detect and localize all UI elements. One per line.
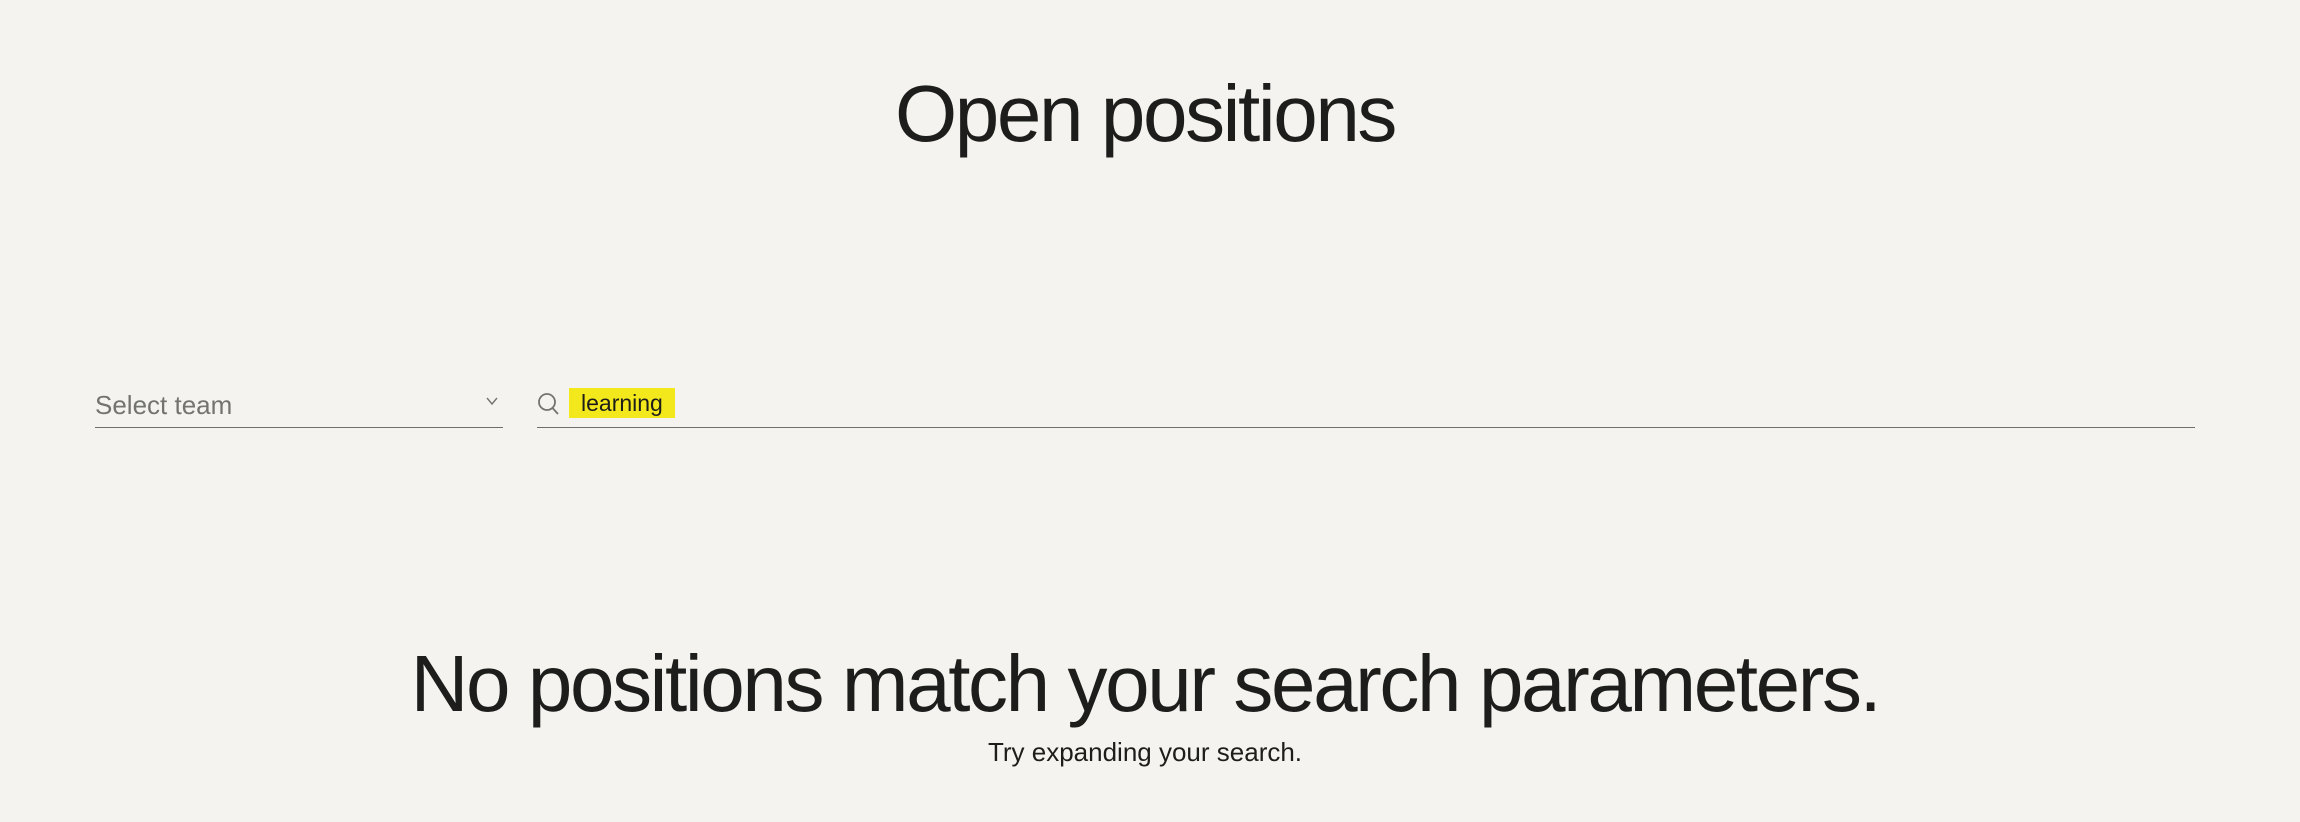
chevron-down-icon: [485, 394, 499, 408]
team-select[interactable]: Select team: [95, 382, 503, 428]
search-icon: [537, 392, 561, 418]
search-input[interactable]: learning: [569, 388, 675, 418]
page-title: Open positions: [894, 69, 1397, 158]
empty-results-heading: No positions match your search parameter…: [410, 639, 1882, 728]
empty-results-hint: Try expanding your search.: [987, 737, 1303, 767]
team-select-label: Select team: [95, 390, 233, 420]
filter-bar: Select team learning: [95, 382, 2195, 428]
search-field[interactable]: learning: [537, 382, 2195, 428]
